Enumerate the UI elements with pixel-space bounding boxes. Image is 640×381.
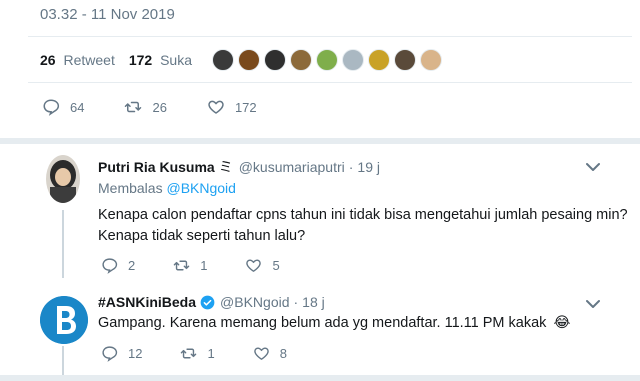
like-button[interactable]: 5 [245,257,280,274]
like-button[interactable]: 172 [207,98,257,116]
tweet-text: Kenapa calon pendaftar cpns tahun ini ti… [98,205,628,247]
reply-time[interactable]: 18 j [302,294,325,310]
liker-avatar[interactable] [316,49,338,71]
reply-actions: 12 1 8 [101,345,325,362]
replying-label: Membalas [98,180,163,196]
tweet-actions: 64 26 172 [42,98,297,116]
like-count: 8 [279,346,287,361]
reply-time[interactable]: 19 j [357,159,380,175]
avatar[interactable] [40,296,88,344]
tweet-text-line: Kenapa tidak seperti tahun lalu? [98,228,306,244]
retweet-icon [125,101,142,113]
avatar[interactable] [46,155,80,203]
liker-avatar[interactable] [238,49,260,71]
tweet-timestamp[interactable]: 03.32 - 11 Nov 2019 [40,6,175,23]
retweet-icon [173,260,190,271]
section-divider [0,138,640,144]
divider [28,36,632,37]
laughing-emoji: 😂 [553,315,571,331]
name-emoji: ミ [218,159,233,175]
user-handle[interactable]: @BKNgoid [220,294,289,310]
verified-badge-icon [200,295,215,309]
heart-icon [253,347,269,360]
reply-button[interactable]: 64 [42,98,84,116]
tweet-stats: 26 Retweet 172 Suka [40,46,446,74]
bkn-logo-icon [40,296,88,344]
reply-button[interactable]: 2 [101,257,135,274]
retweet-stat-label: Retweet [63,52,115,68]
bottom-divider [0,375,640,381]
thread-line [62,210,64,278]
display-name[interactable]: #ASNKiniBeda [98,294,196,310]
divider [28,82,632,83]
reply-count: 64 [70,99,85,115]
reply-header: #ASNKiniBeda @BKNgoid · 18 j [98,294,325,310]
liker-avatar[interactable] [394,49,416,71]
user-handle[interactable]: @kusumariaputri [239,159,345,175]
liker-avatar[interactable] [420,49,442,71]
heart-icon [208,100,224,114]
liker-avatar[interactable] [212,49,234,71]
liker-avatar[interactable] [368,49,390,71]
reply-actions: 2 1 5 [101,257,318,274]
chevron-down-icon[interactable] [586,299,600,309]
tweet-text-line: Kenapa calon pendaftar cpns tahun ini ti… [98,207,628,223]
liker-avatar[interactable] [264,49,286,71]
retweet-count: 26 [40,52,56,68]
separator-dot: · [348,159,354,175]
like-stat[interactable]: 172 Suka [129,52,192,68]
liker-avatar[interactable] [290,49,312,71]
heart-icon [246,259,262,272]
reply-header: Putri Ria Kusuma ミ @kusumariaputri · 19 … [98,157,380,177]
retweet-stat[interactable]: 26 Retweet [40,52,115,68]
liker-avatar[interactable] [342,49,364,71]
like-count: 5 [272,258,280,273]
tweet-text: Gampang. Karena memang belum ada yg mend… [98,313,570,334]
reply-icon [102,346,118,362]
retweet-count: 1 [200,258,208,273]
retweet-button[interactable]: 26 [124,98,167,116]
liker-avatars [212,49,446,71]
retweet-button[interactable]: 1 [173,257,207,274]
reply-count: 12 [128,346,143,361]
like-button[interactable]: 8 [253,345,287,362]
retweet-count: 26 [152,99,167,115]
like-stat-label: Suka [160,52,192,68]
replying-handle-link[interactable]: @BKNgoid [166,180,235,196]
retweet-icon [181,348,197,359]
tweet-text-line: Gampang. Karena memang belum ada yg mend… [98,315,547,331]
chevron-down-icon[interactable] [586,162,600,172]
like-count: 172 [234,99,257,115]
reply-icon [43,99,60,116]
retweet-button[interactable]: 1 [180,345,215,362]
like-count: 172 [128,52,153,68]
separator-dot: · [293,294,299,310]
display-name[interactable]: Putri Ria Kusuma [98,159,215,175]
reply-button[interactable]: 12 [101,345,142,362]
user-avatar-image [46,155,80,203]
replying-to: Membalas @BKNgoid [98,180,236,196]
retweet-count: 1 [207,346,215,361]
reply-count: 2 [128,258,136,273]
reply-icon [102,258,118,274]
